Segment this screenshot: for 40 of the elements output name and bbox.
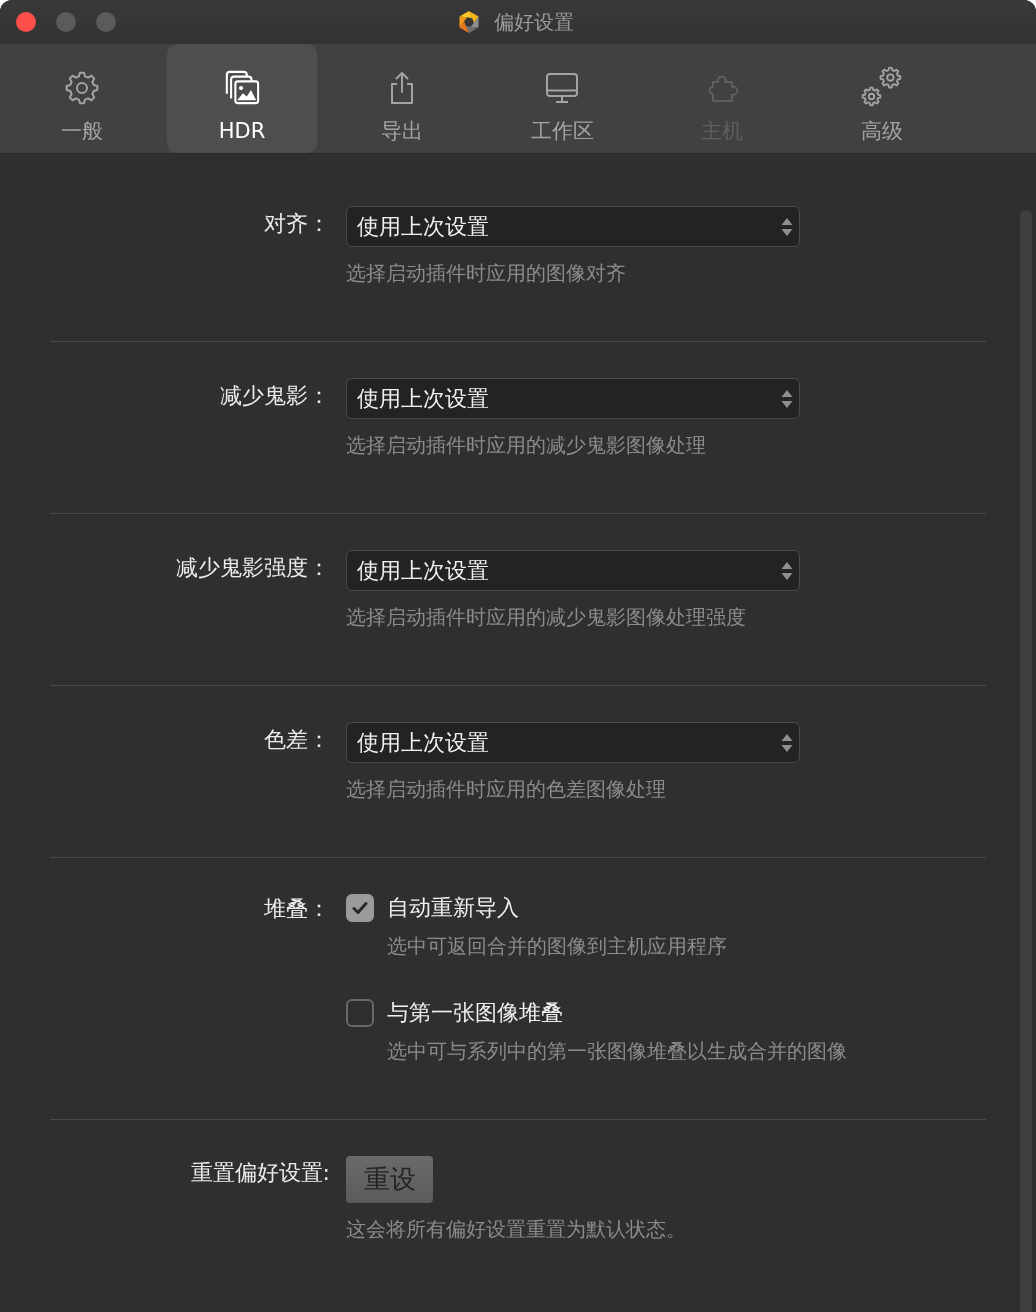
checkbox[interactable] xyxy=(346,894,374,922)
checkbox-label[interactable]: 自动重新导入 xyxy=(387,894,519,922)
up-down-arrows-icon xyxy=(781,216,793,237)
up-down-arrows-icon xyxy=(781,732,793,753)
setting-label: 对齐： xyxy=(264,210,330,238)
setting-description: 选择启动插件时应用的减少鬼影图像处理 xyxy=(346,433,706,457)
dropdown[interactable]: 使用上次设置 xyxy=(346,378,800,419)
toolbar-tab[interactable]: 导出 xyxy=(327,44,477,153)
setting-description: 选择启动插件时应用的色差图像处理 xyxy=(346,777,666,801)
toolbar-tab[interactable]: 一般 xyxy=(7,44,157,153)
checkmark-icon xyxy=(352,901,368,915)
zoom-button[interactable] xyxy=(96,12,116,32)
gears-icon xyxy=(861,66,903,108)
aperture-logo-icon xyxy=(456,10,481,34)
gear-icon xyxy=(64,70,100,106)
stacked-images-icon xyxy=(224,70,260,106)
monitor-icon xyxy=(544,70,580,106)
dropdown[interactable]: 使用上次设置 xyxy=(346,206,800,247)
dropdown[interactable]: 使用上次设置 xyxy=(346,722,800,763)
close-button[interactable] xyxy=(16,12,36,32)
option-description: 选中可与系列中的第一张图像堆叠以生成合并的图像 xyxy=(387,1039,847,1063)
minimize-button[interactable] xyxy=(56,12,76,32)
setting-description: 选择启动插件时应用的减少鬼影图像处理强度 xyxy=(346,605,746,629)
toolbar-tab[interactable]: 工作区 xyxy=(487,44,637,153)
window-title: 偏好设置 xyxy=(493,9,574,35)
toolbar-tab[interactable]: HDR xyxy=(167,44,317,153)
dropdown[interactable]: 使用上次设置 xyxy=(346,550,800,591)
setting-description: 这会将所有偏好设置重置为默认状态。 xyxy=(346,1217,686,1241)
toolbar-tab[interactable]: 高级 xyxy=(807,44,957,153)
up-down-arrows-icon xyxy=(781,388,793,409)
setting-label: 堆叠： xyxy=(264,895,330,923)
setting-label: 重置偏好设置: xyxy=(190,1159,330,1187)
setting-label: 减少鬼影强度： xyxy=(176,554,330,582)
option-description: 选中可返回合并的图像到主机应用程序 xyxy=(387,934,727,958)
checkbox-label[interactable]: 与第一张图像堆叠 xyxy=(387,999,563,1027)
setting-label: 减少鬼影： xyxy=(220,382,330,410)
up-down-arrows-icon xyxy=(781,560,793,581)
setting-label: 色差： xyxy=(264,726,330,754)
checkbox[interactable] xyxy=(346,999,374,1027)
setting-description: 选择启动插件时应用的图像对齐 xyxy=(346,261,626,285)
